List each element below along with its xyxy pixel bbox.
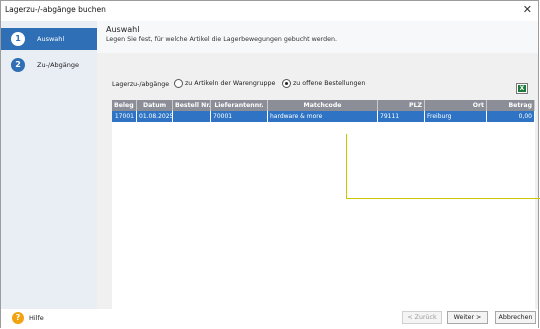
table-row[interactable]: 17001 01.08.2025 70001 hardware & more 7… <box>112 111 535 122</box>
table-header: Beleg Nr. Datum Bestell Nr. Lieferantenn… <box>112 100 535 111</box>
radio-button-selected[interactable] <box>282 79 291 88</box>
column-header[interactable]: PLZ <box>378 100 425 111</box>
step-label: Zu-/Abgänge <box>37 61 80 69</box>
page-title: Auswahl <box>106 25 140 34</box>
column-header[interactable]: Bestell Nr. <box>173 100 211 111</box>
column-header[interactable]: Beleg Nr. <box>112 100 137 111</box>
wizard-sidebar: 1 Auswahl 2 Zu-/Abgänge <box>1 21 97 309</box>
cell-matchcode: hardware & more <box>268 111 378 122</box>
cell-bestell-nr <box>173 111 211 122</box>
step-number: 1 <box>11 32 25 46</box>
page-description: Legen Sie fest, für welche Artikel die L… <box>106 36 337 43</box>
help-icon[interactable]: ? <box>12 312 24 324</box>
column-header[interactable]: Matchcode <box>268 100 378 111</box>
cell-betrag: 0,00 <box>487 111 535 122</box>
step-number: 2 <box>11 58 25 72</box>
cell-ort: Freiburg <box>425 111 487 122</box>
annotation-line-horizontal <box>346 198 540 199</box>
radio-button[interactable] <box>174 79 183 88</box>
cell-plz: 79111 <box>378 111 425 122</box>
close-icon[interactable]: ✕ <box>523 4 532 15</box>
radio-label: zu offene Bestellungen <box>293 80 366 87</box>
step-auswahl[interactable]: 1 Auswahl <box>1 28 97 50</box>
column-header[interactable]: Datum <box>137 100 173 111</box>
column-header[interactable]: Ort <box>425 100 487 111</box>
cell-beleg-nr: 17001 <box>112 111 137 122</box>
help-link[interactable]: Hilfe <box>29 314 44 322</box>
step-label: Auswahl <box>37 35 65 43</box>
annotation-line-vertical <box>346 134 347 199</box>
excel-export-icon[interactable]: X <box>516 83 528 94</box>
column-header[interactable]: Lieferantennr. <box>211 100 268 111</box>
orders-table: Beleg Nr. Datum Bestell Nr. Lieferantenn… <box>112 100 535 318</box>
cell-datum: 01.08.2025 <box>139 111 173 122</box>
column-header[interactable]: Betrag <box>487 100 535 111</box>
options-caption: Lagerzu-/abgänge <box>112 81 170 88</box>
window-title: Lagerzu-/-abgänge buchen <box>5 5 106 14</box>
content-header: Auswahl Legen Sie fest, für welche Artik… <box>97 21 538 53</box>
radio-warengruppe[interactable]: zu Artikeln der Warengruppe <box>174 79 275 88</box>
title-bar: Lagerzu-/-abgänge buchen ✕ <box>1 1 538 21</box>
radio-label: zu Artikeln der Warengruppe <box>185 80 276 87</box>
step-zu-abgaenge[interactable]: 2 Zu-/Abgänge <box>1 54 97 76</box>
cancel-button[interactable]: Abbrechen <box>495 311 536 324</box>
dialog-footer: ? Hilfe < Zurück Weiter > Abbrechen <box>1 309 538 328</box>
radio-offene-bestellungen[interactable]: zu offene Bestellungen <box>282 79 365 88</box>
back-button[interactable]: < Zurück <box>402 311 442 324</box>
next-button[interactable]: Weiter > <box>447 311 488 324</box>
dialog-window: Lagerzu-/-abgänge buchen ✕ 1 Auswahl 2 Z… <box>0 0 540 328</box>
cell-lieferantennr: 70001 <box>211 111 268 122</box>
main-content: Auswahl Legen Sie fest, für welche Artik… <box>97 21 538 318</box>
